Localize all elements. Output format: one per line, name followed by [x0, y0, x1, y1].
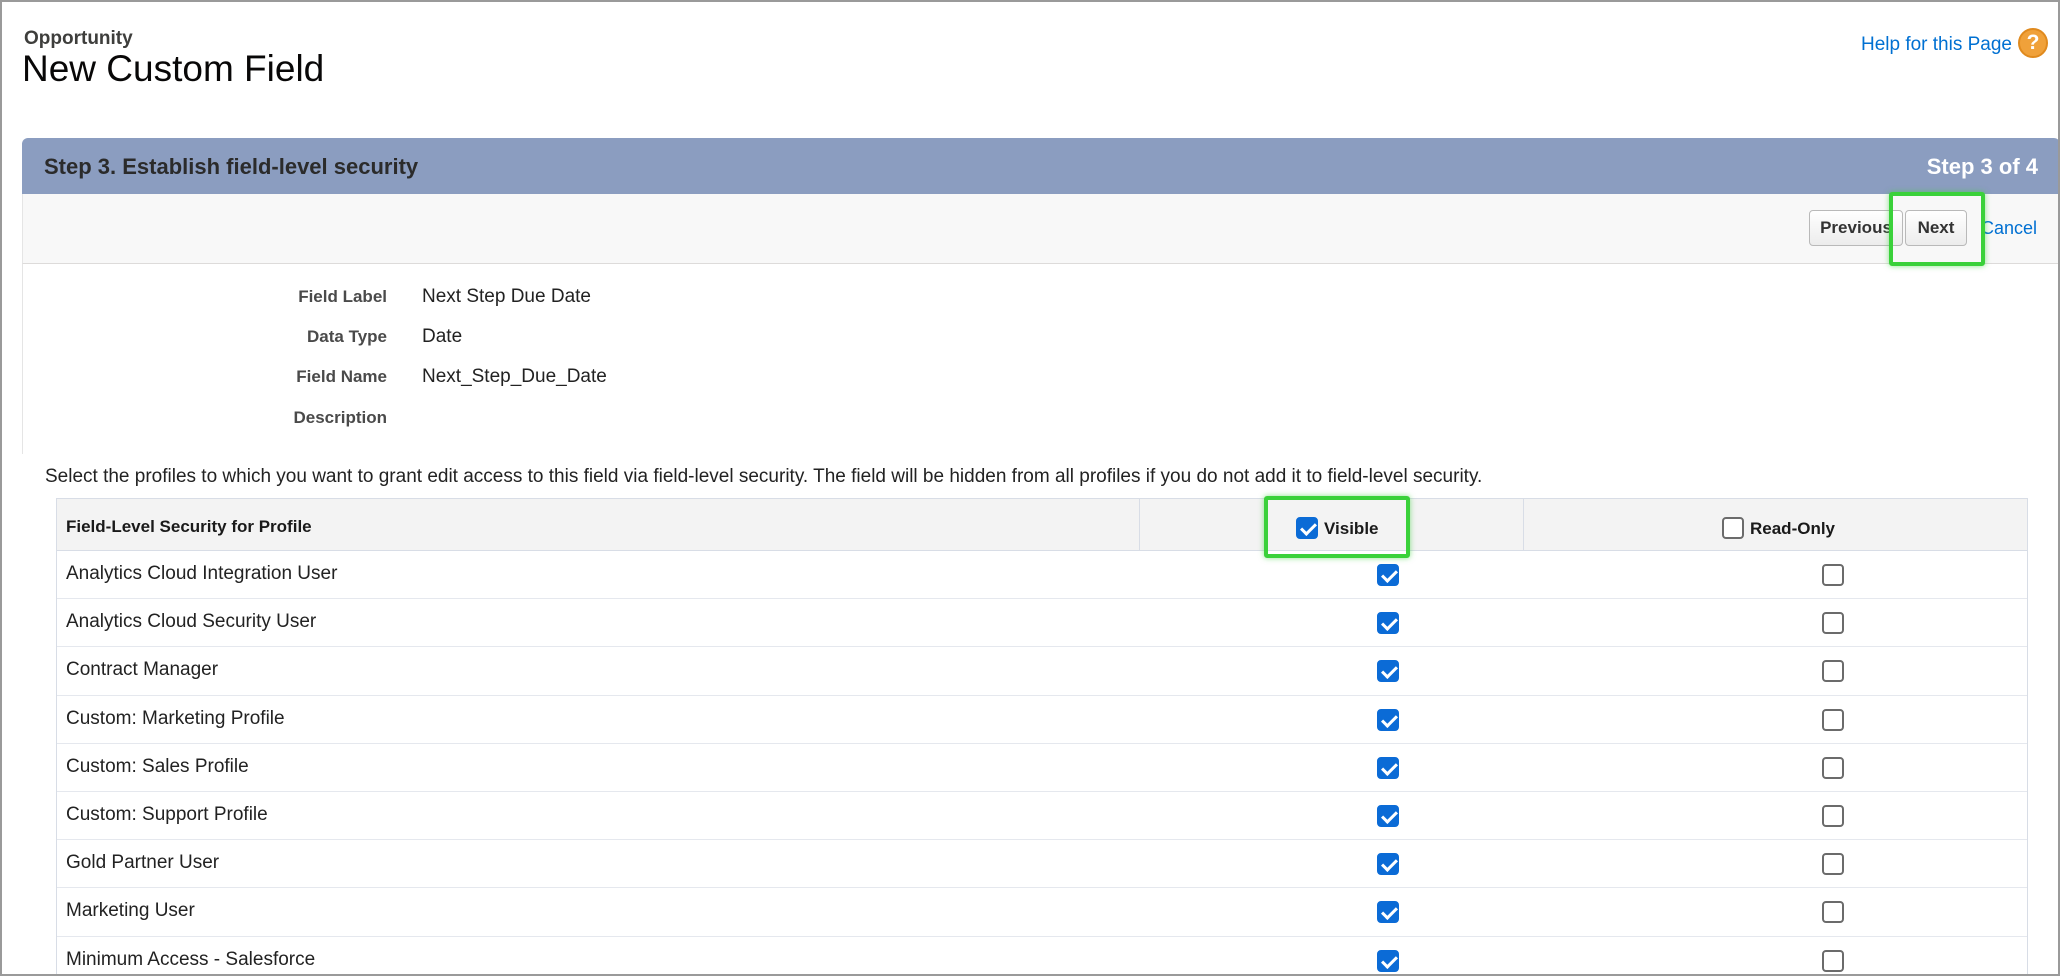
- column-header-profile: Field-Level Security for Profile: [66, 517, 312, 536]
- visible-checkbox[interactable]: [1377, 853, 1399, 876]
- info-row-field-name: Field Name Next_Step_Due_Date: [23, 364, 1023, 394]
- table-row: Custom: Sales Profile: [57, 743, 2027, 792]
- profile-name: Custom: Support Profile: [66, 803, 268, 825]
- previous-button[interactable]: Previous: [1809, 210, 1903, 246]
- visible-checkbox[interactable]: [1377, 612, 1399, 635]
- readonly-checkbox[interactable]: [1822, 804, 1844, 827]
- visible-checkbox[interactable]: [1377, 564, 1399, 586]
- readonly-checkbox[interactable]: [1822, 949, 1844, 972]
- table-row: Custom: Support Profile: [57, 791, 2027, 841]
- profile-name: Custom: Sales Profile: [66, 755, 249, 777]
- table-row: Marketing User: [57, 888, 2027, 937]
- info-row-description: Description: [23, 405, 1023, 435]
- info-row-field-label: Field Label Next Step Due Date: [23, 284, 1023, 314]
- visible-header-label: Visible: [1324, 519, 1379, 538]
- column-divider: [1523, 499, 1524, 550]
- intro-text: Select the profiles to which you want to…: [45, 466, 1483, 487]
- page-title: New Custom Field: [22, 48, 325, 89]
- visible-checkbox[interactable]: [1377, 708, 1399, 731]
- readonly-checkbox[interactable]: [1822, 564, 1844, 586]
- readonly-checkbox[interactable]: [1822, 612, 1844, 635]
- table-row: Analytics Cloud Integration User: [57, 551, 2027, 600]
- table-row: Gold Partner User: [57, 840, 2027, 889]
- column-header-readonly: Read-Only: [1722, 515, 1835, 539]
- data-type-label: Data Type: [307, 327, 387, 346]
- readonly-checkbox[interactable]: [1822, 756, 1844, 779]
- field-name-label: Field Name: [296, 367, 387, 386]
- profile-name: Analytics Cloud Integration User: [66, 563, 338, 584]
- help-icon[interactable]: ?: [2018, 28, 2048, 58]
- readonly-header-label: Read-Only: [1750, 519, 1836, 538]
- table-header: Field-Level Security for Profile Visible…: [57, 499, 2027, 551]
- step-count: Step 3 of 4: [1926, 154, 2038, 179]
- column-header-visible: Visible: [1296, 515, 1379, 539]
- step-title: Step 3. Establish field-level security: [44, 154, 419, 179]
- description-label: Description: [293, 408, 387, 427]
- visible-checkbox[interactable]: [1377, 660, 1399, 683]
- visible-checkbox[interactable]: [1377, 804, 1399, 827]
- field-label-value: Next Step Due Date: [422, 286, 591, 307]
- readonly-checkbox[interactable]: [1822, 660, 1844, 683]
- field-label-label: Field Label: [298, 287, 387, 306]
- readonly-checkbox[interactable]: [1822, 901, 1844, 924]
- field-info-section: Field Label Next Step Due Date Data Type…: [22, 264, 2058, 454]
- visible-checkbox[interactable]: [1377, 949, 1399, 972]
- visible-select-all-checkbox[interactable]: [1296, 517, 1318, 539]
- step-header: Step 3. Establish field-level security S…: [22, 138, 2058, 194]
- profile-name: Custom: Marketing Profile: [66, 707, 285, 729]
- cancel-link[interactable]: Cancel: [1981, 218, 2037, 239]
- page-frame: Opportunity New Custom Field Help for th…: [0, 0, 2060, 976]
- help-link[interactable]: Help for this Page: [1861, 34, 2012, 56]
- fls-table: Field-Level Security for Profile Visible…: [56, 498, 2028, 974]
- profile-name: Minimum Access - Salesforce: [66, 948, 316, 970]
- info-row-data-type: Data Type Date: [23, 324, 1023, 354]
- profile-name: Marketing User: [66, 900, 195, 922]
- visible-checkbox[interactable]: [1377, 901, 1399, 924]
- table-row: Contract Manager: [57, 647, 2027, 696]
- visible-checkbox[interactable]: [1377, 756, 1399, 779]
- column-divider: [1139, 499, 1140, 550]
- profile-name: Contract Manager: [66, 659, 219, 681]
- button-bar: Previous Next Cancel: [22, 194, 2058, 264]
- readonly-select-all-checkbox[interactable]: [1722, 517, 1744, 539]
- table-row: Minimum Access - Salesforce: [57, 936, 2027, 974]
- table-row: Analytics Cloud Security User: [57, 599, 2027, 648]
- profile-name: Analytics Cloud Security User: [66, 611, 317, 633]
- table-row: Custom: Marketing Profile: [57, 695, 2027, 744]
- next-button[interactable]: Next: [1905, 210, 1967, 246]
- readonly-checkbox[interactable]: [1822, 708, 1844, 731]
- data-type-value: Date: [422, 326, 463, 347]
- field-name-value: Next_Step_Due_Date: [422, 366, 607, 387]
- profile-name: Gold Partner User: [66, 852, 220, 874]
- object-name: Opportunity: [24, 28, 133, 49]
- readonly-checkbox[interactable]: [1822, 853, 1844, 876]
